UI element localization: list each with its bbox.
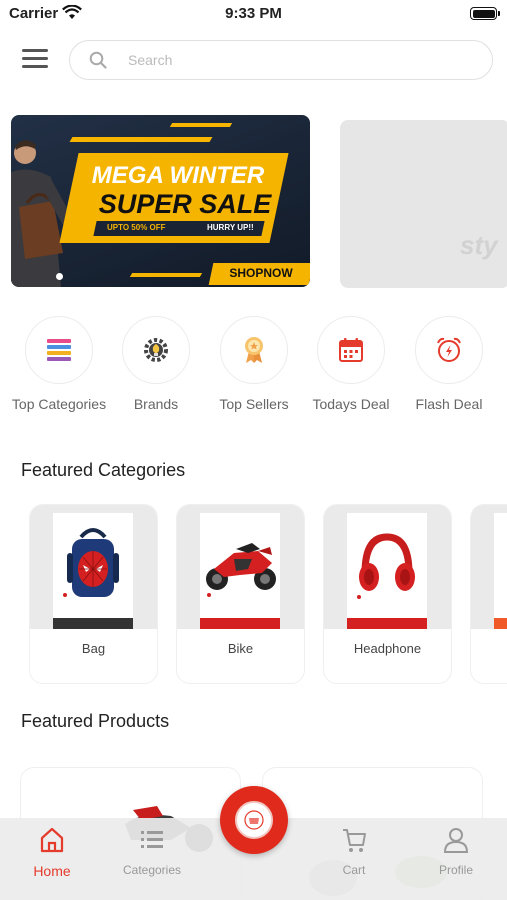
banner-discount-text: UPTO 50% OFF — [107, 223, 166, 232]
shop-now-label: SHOPNOW — [229, 266, 293, 280]
red-motorcycle-image — [200, 513, 280, 629]
alarm-clock-icon — [437, 337, 461, 362]
category-card-bike[interactable]: Bike — [176, 504, 305, 684]
quick-link-todays-deal[interactable]: Todays Deal — [301, 316, 401, 412]
quick-link-label: Todays Deal — [312, 396, 390, 412]
category-color-bar — [200, 618, 280, 629]
center-store-button[interactable] — [220, 786, 288, 854]
featured-categories-title: Featured Categories — [21, 460, 186, 480]
quick-link-circle — [317, 316, 385, 384]
search-icon — [89, 51, 107, 74]
nav-home[interactable]: Home — [12, 826, 92, 879]
banner-stripe — [169, 123, 233, 127]
quick-link-brands[interactable]: Brands — [106, 316, 206, 412]
stacked-categories-icon — [47, 339, 71, 361]
calendar-icon — [339, 338, 363, 362]
promo-banner[interactable]: MEGA WINTER SUPER SALE UPTO 50% OFF HURR… — [11, 115, 310, 287]
nav-cart[interactable]: Cart — [314, 826, 394, 877]
quick-link-top-categories[interactable]: Top Categories — [9, 316, 109, 412]
category-color-bar — [53, 618, 133, 629]
red-headphone-image — [347, 513, 427, 629]
quick-link-circle — [122, 316, 190, 384]
spiderman-backpack-image — [53, 513, 133, 629]
featured-products-title: Featured Products — [21, 711, 170, 731]
quick-link-circle — [220, 316, 288, 384]
category-next-image — [494, 513, 507, 629]
category-color-bar — [494, 618, 507, 629]
hamburger-menu-icon[interactable] — [22, 49, 48, 71]
category-color-bar — [347, 618, 427, 629]
banner-headline-1: MEGA WINTER — [91, 162, 265, 189]
store-logo-icon — [235, 801, 273, 839]
gear-brand-icon — [144, 338, 168, 362]
category-card-next[interactable] — [470, 504, 507, 684]
nav-label: Categories — [122, 863, 182, 877]
category-card-bag[interactable]: Bag — [29, 504, 158, 684]
nav-label: Profile — [438, 863, 473, 877]
quick-link-label: Flash Deal — [415, 396, 483, 412]
banner-hurry-text: HURRY UP!! — [207, 223, 254, 232]
category-name: Bag — [81, 641, 106, 656]
banner-stripe — [69, 137, 213, 142]
battery-icon — [470, 7, 500, 20]
status-time: 9:33 PM — [225, 5, 282, 22]
nav-categories[interactable]: Categories — [112, 826, 192, 877]
quick-link-circle — [415, 316, 483, 384]
status-bar: Carrier 9:33 PM — [0, 0, 507, 30]
category-card-headphone[interactable]: Headphone — [323, 504, 452, 684]
search-input[interactable] — [128, 49, 468, 71]
banner-headline-2: SUPER SALE — [98, 189, 272, 219]
cart-icon — [343, 829, 366, 852]
category-name: Headphone — [353, 641, 422, 656]
profile-icon — [443, 828, 469, 853]
home-icon — [40, 827, 64, 853]
carousel-dot-active[interactable] — [56, 273, 63, 280]
search-bar[interactable] — [69, 40, 493, 80]
quick-link-flash-deal[interactable]: Flash Deal — [399, 316, 499, 412]
banner-stripe — [129, 273, 203, 277]
quick-link-top-sellers[interactable]: Top Sellers — [204, 316, 304, 412]
nav-profile[interactable]: Profile — [416, 826, 496, 877]
quick-link-circle — [25, 316, 93, 384]
quick-link-label: Brands — [133, 396, 179, 412]
award-ribbon-icon — [245, 337, 263, 363]
promo-banner-next[interactable]: sty — [340, 120, 507, 288]
nav-label: Home — [33, 863, 71, 879]
list-icon — [141, 831, 163, 848]
quick-link-label: Top Sellers — [219, 396, 289, 412]
banner-next-text: sty — [460, 230, 498, 260]
quick-link-label: Top Categories — [11, 396, 107, 412]
category-name: Bike — [227, 641, 254, 656]
nav-label: Cart — [342, 863, 366, 877]
quick-links: Top Categories Brands Top Sellers Todays… — [0, 316, 507, 416]
